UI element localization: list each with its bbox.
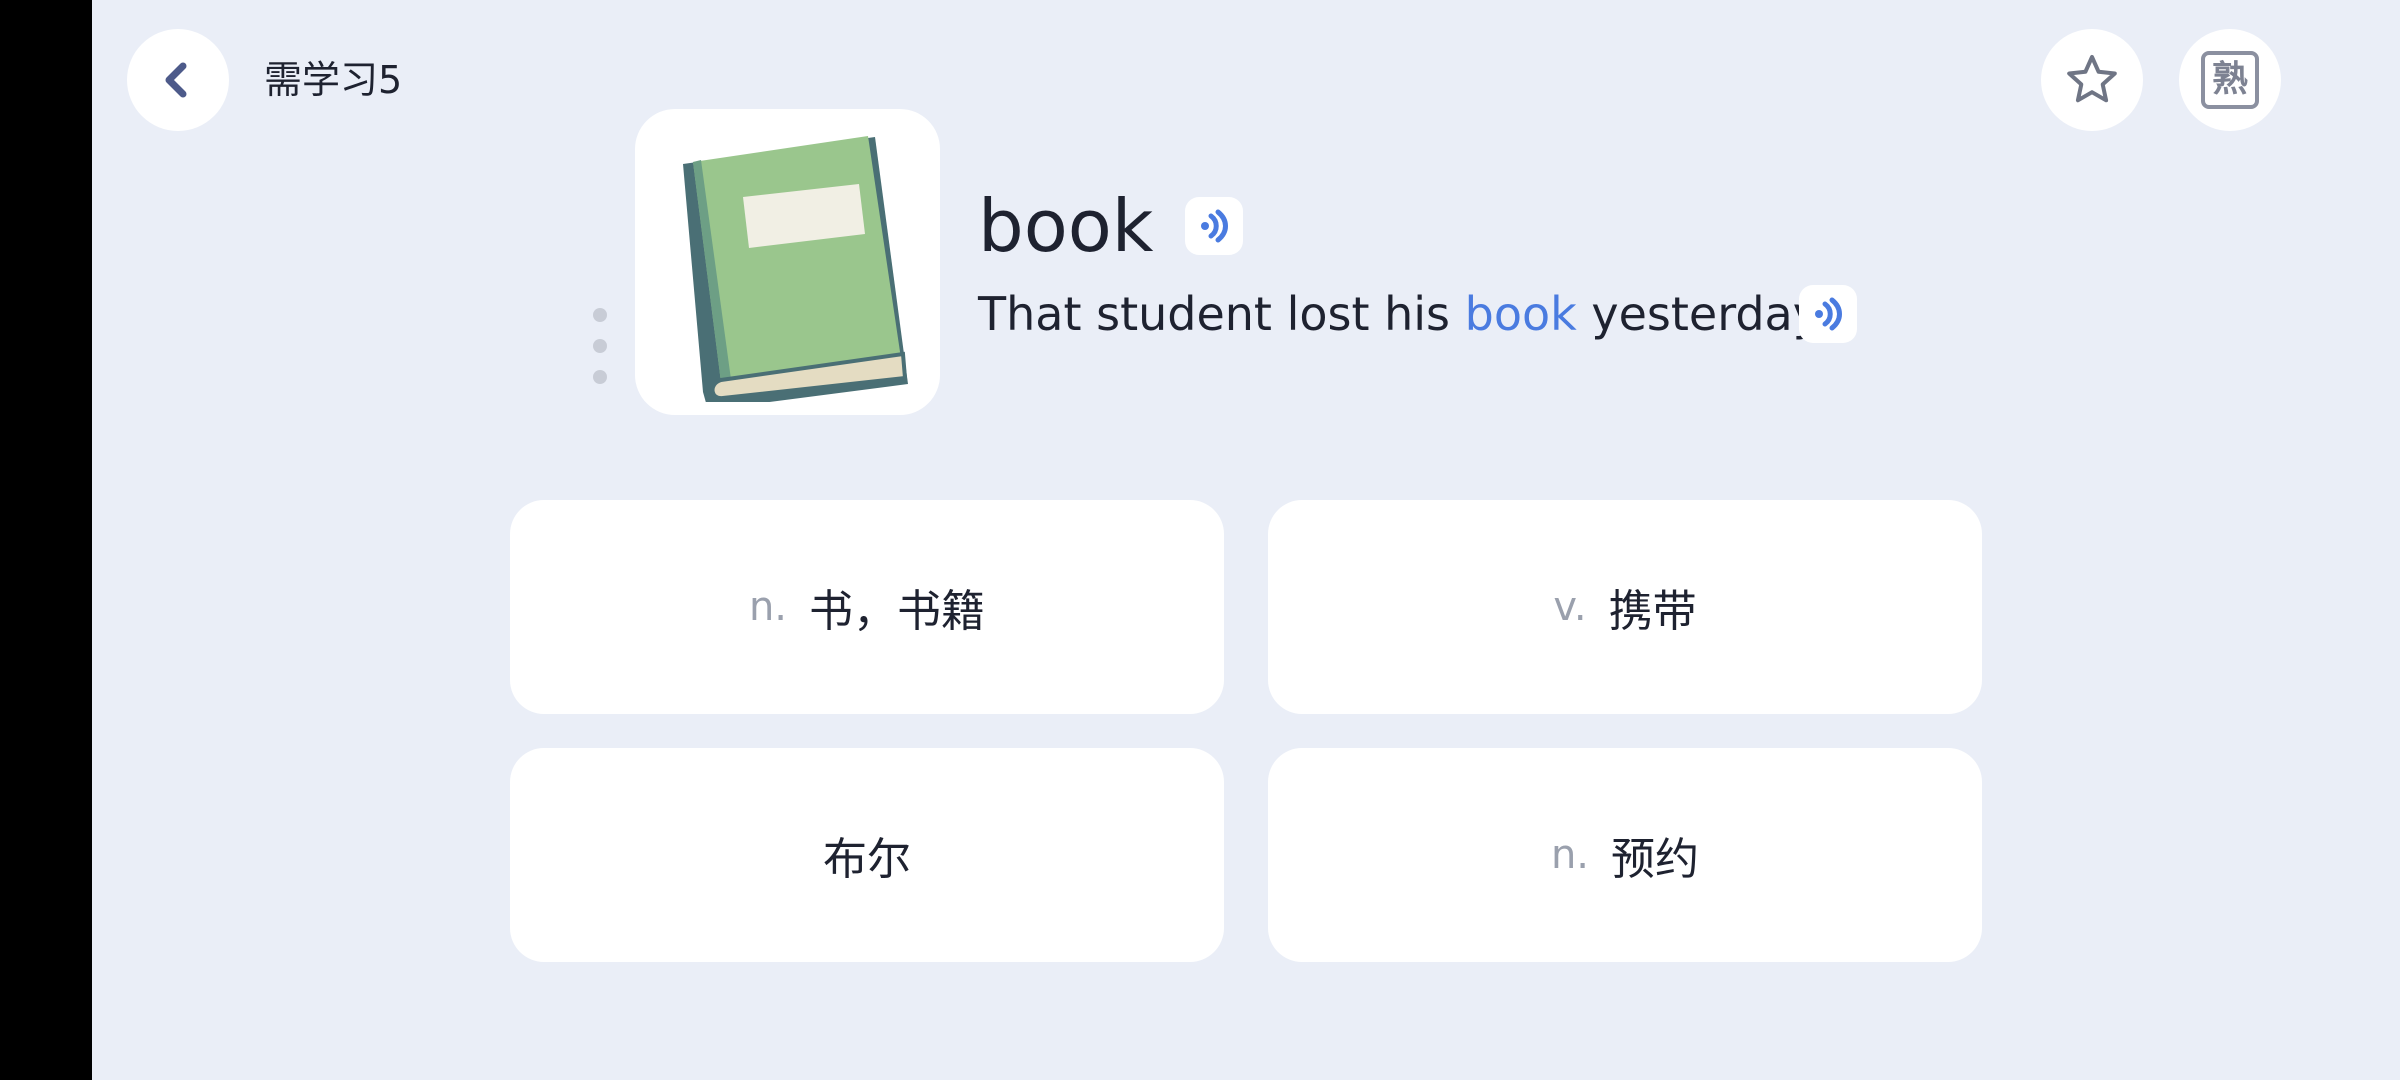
favorite-button[interactable] <box>2041 29 2143 131</box>
known-label: 熟 <box>2211 59 2248 100</box>
part-of-speech: v. <box>1553 584 1587 630</box>
answer-option-1[interactable]: n. 书，书籍 <box>510 500 1224 714</box>
option-meaning: 预约 <box>1611 834 1700 885</box>
page-title: 需学习5 <box>264 58 403 102</box>
word-quiz-screen: 需学习5 熟 book That student lost his book y… <box>92 0 2400 1080</box>
play-sentence-audio-button[interactable] <box>1799 285 1857 343</box>
word-image-card <box>635 109 940 415</box>
dot <box>593 308 607 322</box>
option-meaning: 书，书籍 <box>809 586 986 637</box>
answer-option-4[interactable]: n. 预约 <box>1268 748 1982 962</box>
part-of-speech: n. <box>748 584 788 630</box>
speaker-sound-icon <box>1201 209 1228 243</box>
target-word: book <box>978 184 1154 268</box>
chevron-left-icon <box>165 62 187 98</box>
example-sentence: That student lost his book yesterday. <box>978 284 1828 344</box>
mark-known-button[interactable]: 熟 <box>2179 29 2281 131</box>
system-left-bar <box>0 0 92 1080</box>
answer-option-2[interactable]: v. 携带 <box>1268 500 1982 714</box>
known-icon: 熟 <box>2201 51 2259 109</box>
play-word-audio-button[interactable] <box>1185 197 1243 255</box>
green-book-icon <box>682 136 908 402</box>
dot <box>593 370 607 384</box>
answer-option-3[interactable]: 布尔 <box>510 748 1224 962</box>
option-meaning: 布尔 <box>823 834 911 885</box>
sentence-after: yesterday. <box>1576 287 1828 341</box>
dot <box>593 339 607 353</box>
star-outline-icon <box>2067 55 2117 103</box>
back-button[interactable] <box>127 29 229 131</box>
part-of-speech: n. <box>1550 832 1590 878</box>
option-meaning: 携带 <box>1608 586 1697 637</box>
sentence-highlight: book <box>1464 287 1577 341</box>
sentence-before: That student lost his <box>978 287 1465 341</box>
more-handle[interactable] <box>592 308 608 388</box>
speaker-sound-icon <box>1815 297 1842 331</box>
